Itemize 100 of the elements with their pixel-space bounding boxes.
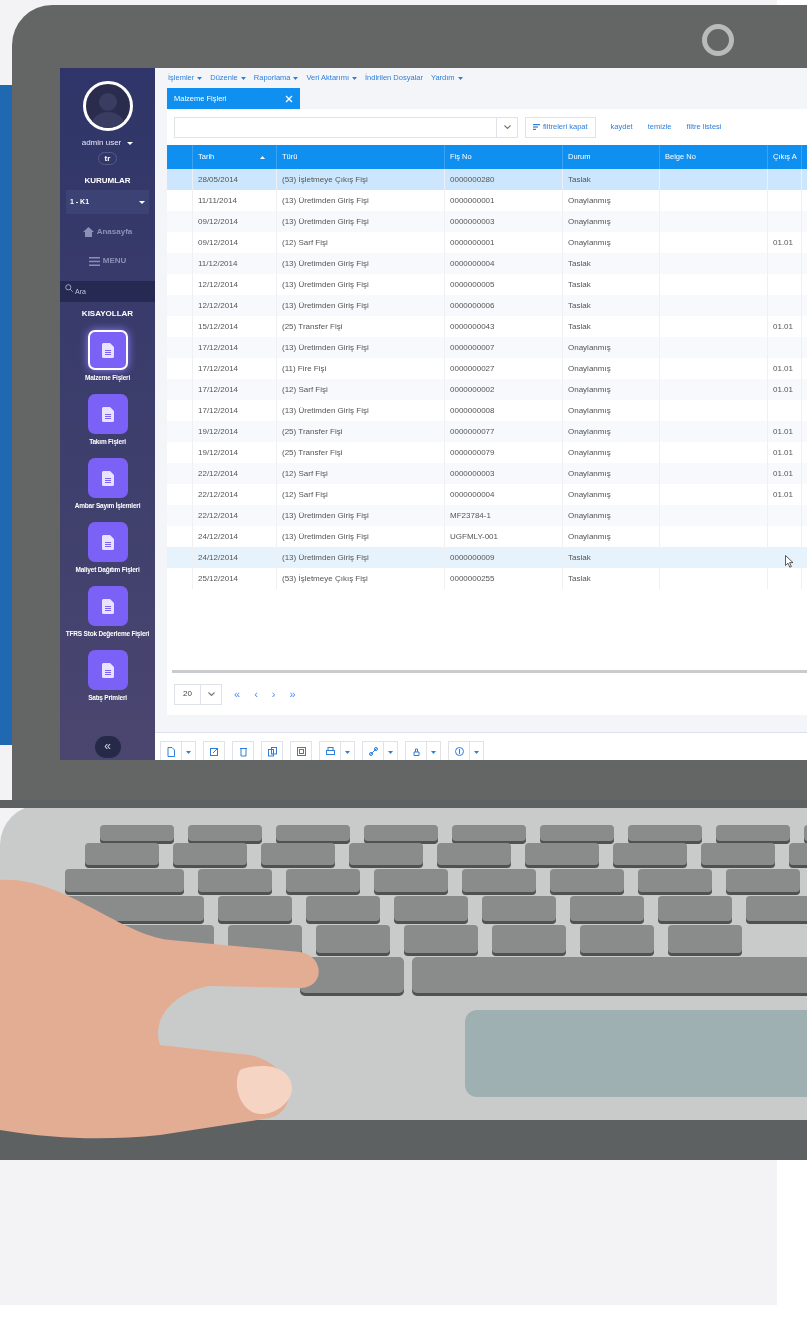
menu-toggle[interactable]: MENU [102,255,127,267]
table-cell: (12) Sarf Fişi [282,467,328,480]
table-cell: 01.01 [773,425,794,438]
toolbar-button[interactable] [203,741,225,760]
shortcut-tile[interactable] [87,650,128,690]
caret-icon [431,750,436,754]
mouse-pointer-icon [785,555,794,568]
table-cell: Onaylanmış [568,488,611,501]
edit-icon [209,747,219,757]
shortcut-tile[interactable] [87,330,128,370]
table-cell: 22/12/2014 [198,488,239,501]
table-cell: MF23784-1 [450,509,491,522]
table-row[interactable]: 22/12/2014 (12) Sarf Fişi 0000000003 Onaylanmış 01.01 [167,463,807,484]
table-row[interactable]: 09/12/2014 (13) Üretimden Giriş Fişi 0000000003 Onaylanmış [167,211,807,232]
shortcut-tile[interactable] [87,394,128,434]
page-size-select[interactable]: 20 [174,683,222,705]
table-cell: (25) Transfer Fişi [282,446,343,459]
table-cell: Onaylanmış [568,194,611,207]
table-cell: Taslak [568,278,591,291]
toolbar-button[interactable] [160,741,196,760]
table-cell: 19/12/2014 [198,425,239,438]
table-cell: (13) Üretimden Giriş Fişi [282,257,369,270]
table-cell: 17/12/2014 [198,341,239,354]
table-cell: (12) Sarf Fişi [282,383,328,396]
table-cell: 0000000007 [450,341,495,354]
pagination-button[interactable]: › [271,685,276,703]
table-row[interactable]: 22/12/2014 (13) Üretimden Giriş Fişi MF23784-1 Onaylanmış [167,505,807,526]
caret-icon [197,76,203,80]
toolbar-button[interactable] [290,741,312,760]
table-cell: 09/12/2014 [198,236,239,249]
caret-icon [352,76,357,80]
table-cell: (13) Üretimden Giriş Fişi [282,341,369,354]
table-cell: 25/12/2014 [198,572,239,585]
chevron-down-icon [207,692,215,696]
toolbar-button[interactable] [232,741,254,760]
collapse-button[interactable]: « [94,736,121,758]
chevron-down-icon [503,125,511,129]
table-row[interactable]: 28/05/2014 (53) İşletmeye Çıkış Fişi 0000000280 Taslak [167,169,807,190]
table-cell: (11) Fire Fişi [282,362,327,375]
table-cell: 0000000008 [450,404,495,417]
toolbar-button[interactable] [405,741,441,760]
table-cell: 01.01 [773,383,794,396]
table-cell: 01.01 [773,236,794,249]
table-cell: UGFMLY-001 [450,530,499,543]
table-cell: (13) Üretimden Giriş Fişi [282,299,369,312]
table-cell: Taslak [568,572,591,585]
table-cell: Taslak [568,299,591,312]
table-cell: Onaylanmış [568,467,611,480]
table-cell: Onaylanmış [568,341,611,354]
trash-icon [238,747,248,757]
table-cell: (13) Üretimden Giriş Fişi [282,404,369,417]
table-row[interactable]: 12/12/2014 (13) Üretimden Giriş Fişi 0000000006 Taslak [167,295,807,316]
caret-icon [345,750,350,754]
table-cell: (12) Sarf Fişi [282,488,328,501]
table-cell: 0000000003 [450,215,495,228]
new-document-icon [166,747,176,757]
table-cell: 0000000003 [450,467,495,480]
table-row[interactable]: 17/12/2014 (12) Sarf Fişi 0000000002 Onaylanmış 01.01 [167,379,807,400]
caret-icon [457,76,463,80]
menu-icon [88,256,100,266]
toolbar-button[interactable] [362,741,398,760]
table-row[interactable]: 24/12/2014 (13) Üretimden Giriş Fişi 0000000009 Taslak [167,547,807,568]
table-cell: Onaylanmış [568,362,611,375]
table-cell: Taslak [568,173,591,186]
table-cell: 22/12/2014 [198,509,239,522]
table-cell: 0000000280 [450,173,495,186]
table-cell: Onaylanmış [568,215,611,228]
table-cell: Onaylanmış [568,236,611,249]
table-cell: 12/12/2014 [198,299,239,312]
table-cell: 17/12/2014 [198,404,239,417]
table-row[interactable]: 11/12/2014 (13) Üretimden Giriş Fişi 0000000004 Taslak [167,253,807,274]
table-cell: Onaylanmış [568,404,611,417]
document-icon [101,598,114,614]
shortcut-tile[interactable] [87,586,128,626]
pagination-button[interactable]: « [234,685,241,703]
toolbar-button[interactable] [319,741,355,760]
table-cell: 24/12/2014 [198,530,239,543]
table-cell: (53) İşletmeye Çıkış Fişi [282,173,368,186]
toolbar-button[interactable] [261,741,283,760]
toolbar-button[interactable] [448,741,484,760]
filter-icon [533,124,540,130]
table-cell: 24/12/2014 [198,551,239,564]
table-row[interactable]: 19/12/2014 (25) Transfer Fişi 0000000077 Onaylanmış 01.01 [167,421,807,442]
shortcut-tile[interactable] [87,458,128,498]
shortcut-tile[interactable] [87,522,128,562]
table-cell: Onaylanmış [568,509,611,522]
printer-icon [325,747,335,757]
sort-ascending-icon [260,155,265,159]
table-row[interactable]: 17/12/2014 (13) Üretimden Giriş Fişi 0000000007 Onaylanmış [167,337,807,358]
table-cell: Onaylanmış [568,383,611,396]
stamp-icon [411,747,421,757]
home-link[interactable]: Anasayfa [96,226,133,238]
user-name[interactable]: admin user [81,137,122,149]
table-cell: 17/12/2014 [198,383,239,396]
table-cell: Onaylanmış [568,425,611,438]
table-cell: 0000000001 [450,194,495,207]
table-cell: 12/12/2014 [198,278,239,291]
table-cell: 09/12/2014 [198,215,239,228]
pagination-button[interactable]: » [289,685,296,703]
horizontal-scrollbar[interactable] [172,670,807,673]
